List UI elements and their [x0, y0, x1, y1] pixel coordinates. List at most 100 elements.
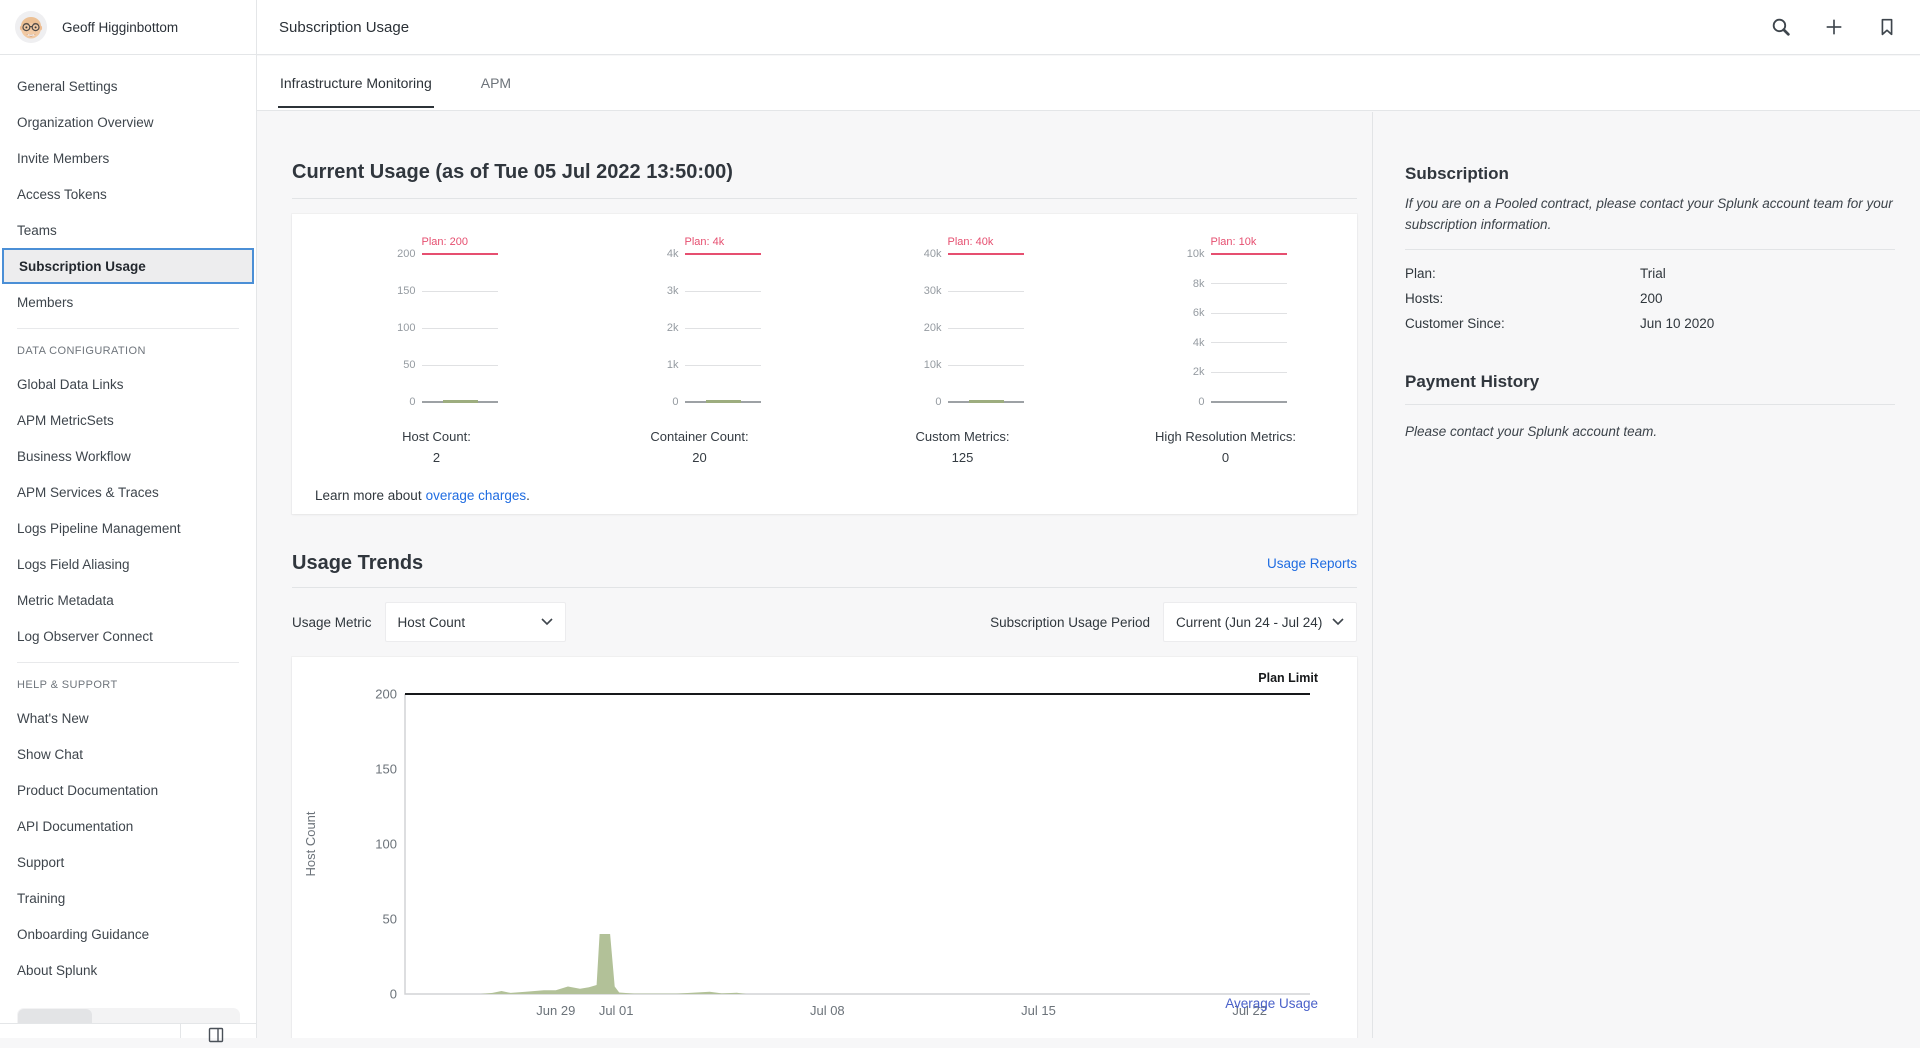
- tab-apm[interactable]: APM: [479, 56, 513, 110]
- collapse-panel-icon[interactable]: [208, 1027, 224, 1043]
- sidebar-item-product-documentation[interactable]: Product Documentation: [0, 772, 256, 808]
- sidebar-item-support[interactable]: Support: [0, 844, 256, 880]
- overage-charges-link[interactable]: overage charges: [426, 488, 527, 503]
- gauge-grid-line: [422, 291, 498, 292]
- sidebar-item-general-settings[interactable]: General Settings: [0, 68, 256, 104]
- gauge-tick-label: 0: [376, 396, 416, 408]
- sidebar-item-business-workflow[interactable]: Business Workflow: [0, 438, 256, 474]
- gauge-row: 20k: [831, 323, 1094, 333]
- gauge-row: 4k: [568, 249, 831, 259]
- sidebar-item-onboarding-guidance[interactable]: Onboarding Guidance: [0, 916, 256, 952]
- plan-limit-label: Plan Limit: [1258, 671, 1318, 685]
- gauge-grid-line: [1211, 283, 1287, 284]
- gauge-row: 30k: [831, 286, 1094, 296]
- sidebar-item-metric-metadata[interactable]: Metric Metadata: [0, 582, 256, 618]
- gauge-row: 0: [831, 397, 1094, 407]
- sidebar-item-about-splunk[interactable]: About Splunk: [0, 952, 256, 988]
- search-icon[interactable]: [1770, 16, 1792, 38]
- usage-gauge-host-count: Plan: 200200150100500Host Count:2: [305, 249, 568, 465]
- section-divider: [292, 587, 1357, 588]
- gauge-row: 10k: [1094, 249, 1357, 259]
- gauge-grid-line: [685, 328, 761, 329]
- usage-reports-link[interactable]: Usage Reports: [1267, 556, 1357, 571]
- gauge-row: 3k: [568, 286, 831, 296]
- sidebar-item-organization-overview[interactable]: Organization Overview: [0, 104, 256, 140]
- panel-section-divider: [1405, 404, 1895, 405]
- bookmark-icon[interactable]: [1876, 16, 1898, 38]
- gauge-row: 2k: [1094, 367, 1357, 377]
- sidebar-item-apm-services-traces[interactable]: APM Services & Traces: [0, 474, 256, 510]
- sidebar-item-subscription-usage[interactable]: Subscription Usage: [2, 248, 254, 284]
- y-tick-label: 0: [390, 987, 397, 1002]
- learn-more-prefix: Learn more about: [315, 488, 422, 503]
- sidebar-scroll-pill-inner: [18, 1009, 92, 1023]
- add-icon[interactable]: [1823, 16, 1845, 38]
- sidebar-item-what-s-new[interactable]: What's New: [0, 700, 256, 736]
- sidebar-footer: [0, 1023, 256, 1038]
- gauge-grid-line: [685, 365, 761, 366]
- gauge-tick-label: 40k: [902, 248, 942, 260]
- payment-history-heading: Payment History: [1405, 372, 1895, 392]
- subscription-details: Plan:TrialHosts:200Customer Since:Jun 10…: [1405, 261, 1895, 336]
- average-usage-legend[interactable]: Average Usage: [1225, 996, 1318, 1011]
- subscription-row-value: Trial: [1640, 261, 1666, 286]
- gauge-plan-label: Plan: 10k: [1211, 236, 1257, 248]
- current-usage-heading: Current Usage (as of Tue 05 Jul 2022 13:…: [292, 161, 1357, 184]
- subscription-panel: Subscription If you are on a Pooled cont…: [1405, 112, 1895, 442]
- sidebar-item-logs-pipeline-management[interactable]: Logs Pipeline Management: [0, 510, 256, 546]
- current-usage-card: Plan: 200200150100500Host Count:2Plan: 4…: [292, 214, 1357, 514]
- section-divider: [292, 198, 1357, 199]
- sidebar-item-show-chat[interactable]: Show Chat: [0, 736, 256, 772]
- gauge-tick-label: 0: [902, 396, 942, 408]
- gauge-usage-marker: [706, 400, 741, 403]
- gauge-plot: Plan: 40k40k30k20k10k0: [831, 249, 1094, 407]
- x-tick-label: Jul 01: [599, 1003, 634, 1018]
- gauge-grid-line: [1211, 372, 1287, 373]
- gauge-name: Host Count:: [305, 429, 568, 444]
- gauge-tick-label: 0: [639, 396, 679, 408]
- gauge-row: 0: [1094, 397, 1357, 407]
- subscription-row-customer-since: Customer Since:Jun 10 2020: [1405, 311, 1895, 336]
- sidebar-item-teams[interactable]: Teams: [0, 212, 256, 248]
- gauge-row: 150: [305, 286, 568, 296]
- gauge-plot: Plan: 200200150100500: [305, 249, 568, 407]
- payment-history-note: Please contact your Splunk account team.: [1405, 421, 1895, 442]
- sidebar-item-invite-members[interactable]: Invite Members: [0, 140, 256, 176]
- gauge-tick-label: 3k: [639, 285, 679, 297]
- period-label: Subscription Usage Period: [990, 615, 1150, 630]
- gauge-usage-marker: [443, 400, 478, 403]
- sidebar-item-api-documentation[interactable]: API Documentation: [0, 808, 256, 844]
- gauge-tick-label: 4k: [639, 248, 679, 260]
- gauge-row: 40k: [831, 249, 1094, 259]
- gauge-grid-line: [948, 365, 1024, 366]
- sidebar-section-divider: [17, 328, 239, 329]
- usage-metric-select[interactable]: Host Count: [385, 602, 566, 642]
- gauge-tick-label: 1k: [639, 359, 679, 371]
- tab-infrastructure-monitoring[interactable]: Infrastructure Monitoring: [278, 56, 434, 110]
- sidebar-item-global-data-links[interactable]: Global Data Links: [0, 366, 256, 402]
- sidebar-item-access-tokens[interactable]: Access Tokens: [0, 176, 256, 212]
- user-name: Geoff Higginbottom: [62, 20, 178, 35]
- sidebar: Geoff Higginbottom General SettingsOrgan…: [0, 0, 257, 1038]
- gauge-tick-label: 6k: [1165, 307, 1205, 319]
- period-select[interactable]: Current (Jun 24 - Jul 24): [1163, 602, 1357, 642]
- usage-trends-chart: 200150100500Jun 29Jul 01Jul 08Jul 15Jul …: [292, 657, 1357, 1038]
- gauge-tick-label: 200: [376, 248, 416, 260]
- gauge-tick-label: 0: [1165, 396, 1205, 408]
- sidebar-item-logs-field-aliasing[interactable]: Logs Field Aliasing: [0, 546, 256, 582]
- sidebar-item-apm-metricsets[interactable]: APM MetricSets: [0, 402, 256, 438]
- gauge-plot: Plan: 4k4k3k2k1k0: [568, 249, 831, 407]
- gauge-tick-label: 4k: [1165, 337, 1205, 349]
- sidebar-item-members[interactable]: Members: [0, 284, 256, 320]
- sidebar-item-log-observer-connect[interactable]: Log Observer Connect: [0, 618, 256, 654]
- sidebar-item-training[interactable]: Training: [0, 880, 256, 916]
- y-axis-label: Host Count: [303, 811, 318, 876]
- top-bar: Subscription Usage: [257, 0, 1920, 55]
- gauge-row: 2k: [568, 323, 831, 333]
- subscription-row-label: Hosts:: [1405, 286, 1640, 311]
- x-tick-label: Jul 15: [1021, 1003, 1056, 1018]
- user-menu[interactable]: Geoff Higginbottom: [0, 0, 256, 55]
- usage-metric-label: Usage Metric: [292, 615, 372, 630]
- gauge-grid-line: [685, 291, 761, 292]
- gauge-row: 4k: [1094, 338, 1357, 348]
